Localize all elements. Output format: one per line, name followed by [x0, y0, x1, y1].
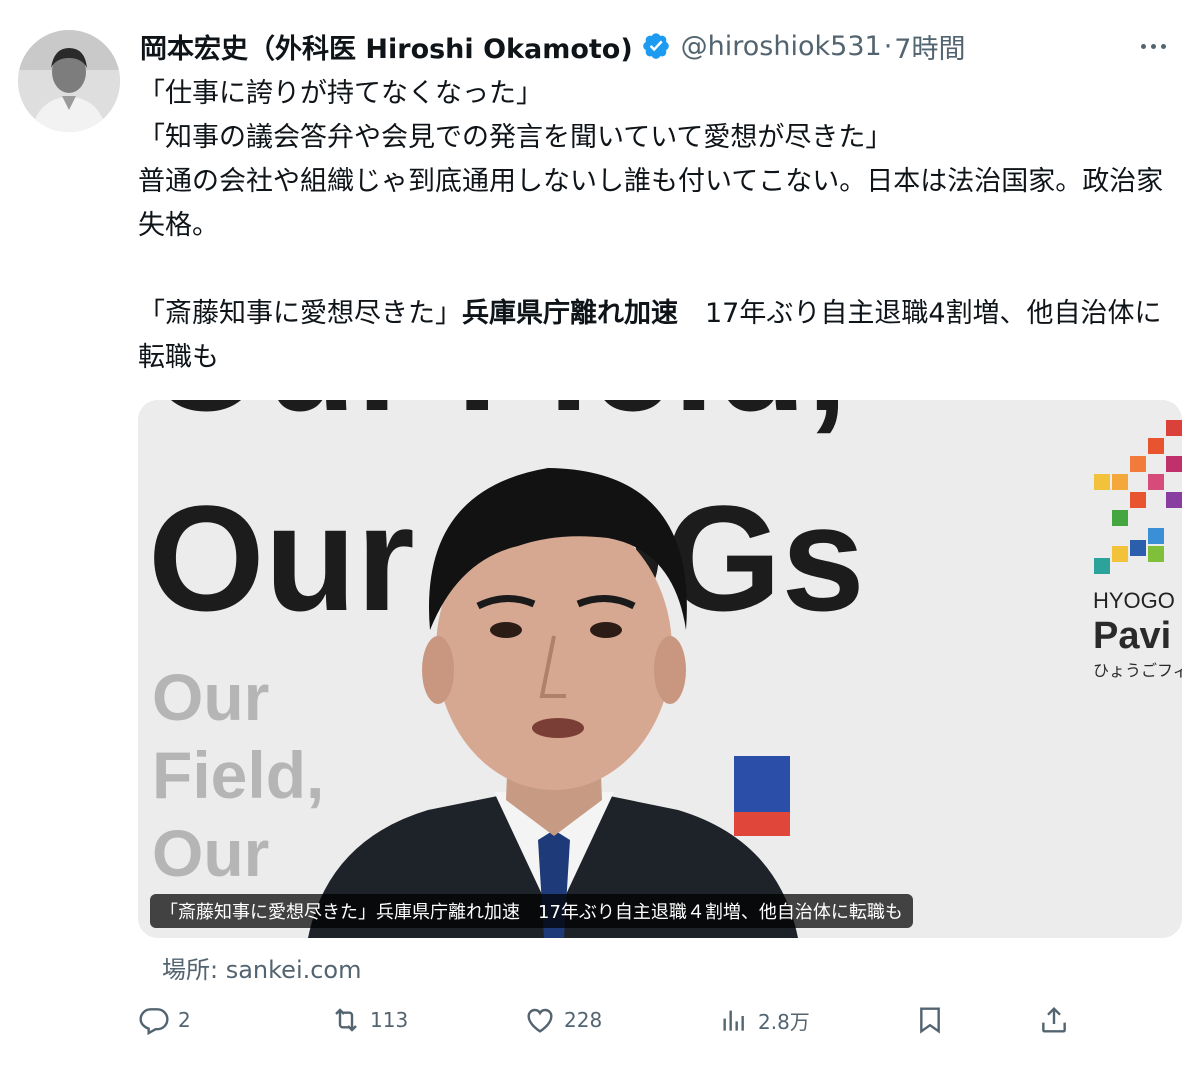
text-line-1: 「仕事に誇りが持てなくなった」	[138, 78, 543, 109]
action-bar: 2 113 228 2.8万	[138, 998, 1182, 1042]
like-count: 228	[564, 1008, 603, 1032]
subject-mouth	[532, 718, 584, 738]
share-button[interactable]	[1038, 998, 1078, 1042]
headline-part-1: 「斎藤知事に愛想尽きた」	[138, 298, 462, 329]
verified-badge-icon	[642, 33, 669, 59]
retweet-count: 113	[370, 1008, 409, 1032]
share-icon	[1042, 1006, 1066, 1033]
separator-dot: ·	[883, 30, 893, 62]
display-name[interactable]: 岡本宏史（外科医 Hiroshi Okamoto)	[140, 27, 633, 66]
bookmark-button[interactable]	[914, 998, 954, 1042]
logo-text-3: ひょうごフィー	[1093, 661, 1182, 680]
headline-part-2-bold: 兵庫県庁離れ加速	[462, 298, 678, 329]
quoted-headline: 「斎藤知事に愛想尽きた」兵庫県庁離れ加速 17年ぶり自主退職4割増、他自治体に転…	[138, 292, 1178, 380]
deco-square-red	[734, 812, 790, 836]
views-button[interactable]: 2.8万	[718, 998, 810, 1042]
reply-count: 2	[178, 1008, 191, 1032]
views-chart-icon	[723, 1010, 744, 1031]
tweet-header: 岡本宏史（外科医 Hiroshi Okamoto) @hiroshiok531 …	[140, 26, 1179, 66]
backdrop-small-line-2: Field,	[152, 738, 324, 812]
avatar-photo	[18, 30, 120, 132]
backdrop-small-line-3: Our	[152, 816, 269, 890]
heart-icon	[527, 1008, 553, 1033]
tweet-text: 「仕事に誇りが持てなくなった」 「知事の議会答弁や会見での発言を聞いていて愛想が…	[138, 72, 1178, 380]
deco-square-blue	[734, 756, 790, 812]
media-caption: 「斎藤知事に愛想尽きた」兵庫県庁離れ加速 17年ぶり自主退職４割増、他自治体に転…	[150, 894, 913, 928]
reply-icon	[139, 1008, 169, 1036]
reply-button[interactable]: 2	[138, 998, 191, 1042]
backdrop-small-line-1: Our	[152, 660, 269, 734]
subject-ear-left	[422, 636, 454, 704]
link-source[interactable]: 場所: sankei.com	[162, 950, 362, 985]
timestamp[interactable]: 7時間	[894, 27, 965, 66]
avatar[interactable]	[18, 30, 120, 132]
text-line-2: 「知事の議会答弁や会見での発言を聞いていて愛想が尽きた」	[138, 122, 893, 153]
logo-text-1: HYOGO F	[1093, 588, 1182, 613]
media-card[interactable]: Our Field, Our SDGs Our Field, Our	[138, 400, 1182, 938]
bookmark-icon	[920, 1007, 940, 1034]
handle[interactable]: @hiroshiok531	[681, 31, 882, 62]
more-options-icon[interactable]	[1133, 30, 1173, 62]
text-line-3: 普通の会社や組織じゃ到底通用しないし誰も付いてこない。日本は法治国家。政治家失格…	[138, 166, 1164, 241]
logo-text-2: Pavi	[1093, 615, 1171, 657]
like-button[interactable]: 228	[524, 998, 602, 1042]
news-photo: Our Field, Our SDGs Our Field, Our	[138, 400, 1182, 938]
retweet-icon	[335, 1008, 357, 1032]
retweet-button[interactable]: 113	[330, 998, 408, 1042]
views-count: 2.8万	[758, 1009, 810, 1034]
subject-ear-right	[654, 636, 686, 704]
backdrop-line-1: Our Field,	[148, 400, 848, 442]
tweet: 岡本宏史（外科医 Hiroshi Okamoto) @hiroshiok531 …	[0, 0, 1199, 1066]
